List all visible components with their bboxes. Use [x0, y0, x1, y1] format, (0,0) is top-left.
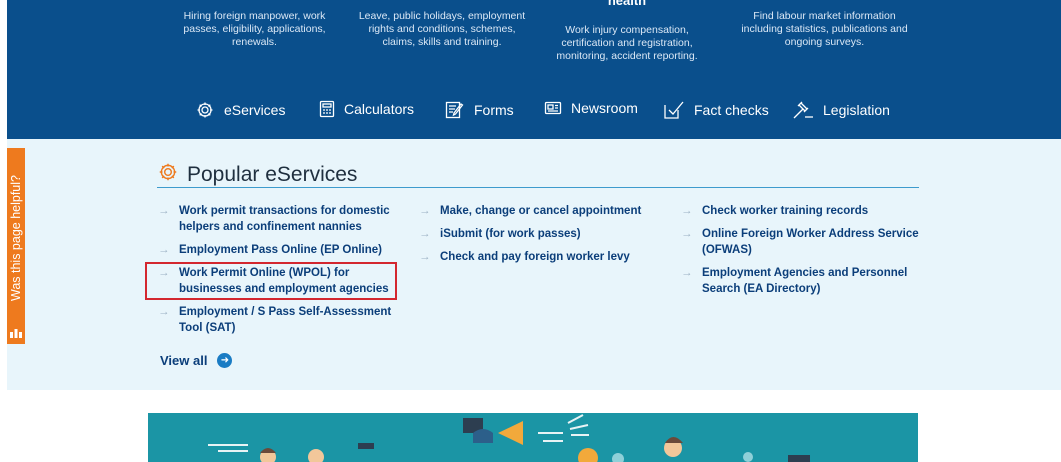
desc-line: certification and registration, — [561, 37, 693, 49]
service-list-col-2: → Make, change or cancel appointment → iSu… — [419, 203, 659, 272]
form-pen-icon — [445, 100, 465, 120]
arrow-circle-icon: ➜ — [217, 353, 233, 368]
tab-eservices[interactable]: eServices — [195, 100, 285, 120]
arrow-right-icon: → — [158, 244, 170, 256]
category-work-passes-desc[interactable]: Hiring foreign manpower, work passes, el… — [177, 10, 332, 49]
tab-label: Forms — [474, 102, 514, 118]
view-all-link[interactable]: View all ➜ — [160, 353, 233, 368]
tab-label: Fact checks — [694, 102, 769, 118]
desc-line: claims, skills and training. — [382, 36, 502, 48]
link-text: Online Foreign Worker Address Service (O… — [702, 228, 919, 256]
link-text: Work permit transactions for domestic he… — [179, 205, 390, 233]
divider — [157, 187, 919, 188]
link-text: Check worker training records — [702, 205, 869, 217]
list-item[interactable]: → Employment Pass Online (EP Online) — [158, 242, 398, 258]
list-item[interactable]: → Check worker training records — [681, 203, 921, 219]
link-text: Employment Agencies and Personnel Search… — [702, 267, 908, 295]
gavel-icon — [792, 100, 814, 120]
list-item[interactable]: → iSubmit (for work passes) — [419, 226, 659, 242]
list-item[interactable]: → Check and pay foreign worker levy — [419, 249, 659, 265]
arrow-right-icon: → — [681, 267, 693, 279]
tab-calculators[interactable]: Calculators — [319, 100, 414, 118]
gear-icon — [195, 100, 215, 120]
desc-line: Hiring foreign manpower, work — [183, 10, 326, 22]
banner-illustration — [148, 413, 918, 462]
link-text: iSubmit (for work passes) — [440, 228, 581, 240]
list-item[interactable]: → Work permit transactions for domestic h… — [158, 203, 398, 235]
link-text: Check and pay foreign worker levy — [440, 251, 630, 263]
gear-icon — [157, 161, 179, 188]
link-text: Employment Pass Online (EP Online) — [179, 244, 383, 256]
view-all-label: View all — [160, 353, 208, 368]
list-item[interactable]: → Employment Agencies and Personnel Searc… — [681, 265, 921, 297]
tab-label: Newsroom — [571, 100, 638, 116]
tab-label: Calculators — [344, 101, 415, 117]
feedback-tab[interactable]: Was this page helpful? — [7, 148, 25, 344]
tab-label: Legislation — [823, 102, 890, 118]
desc-line: renewals. — [232, 36, 277, 48]
desc-line: ongoing surveys. — [784, 36, 865, 48]
category-safety-health-heading[interactable]: health — [552, 0, 702, 8]
desc-line: Leave, public holidays, employment — [358, 10, 526, 22]
link-text: Employment / S Pass Self-Assessment Tool… — [179, 306, 392, 334]
arrow-right-icon: → — [419, 251, 431, 263]
top-category-band: Hiring foreign manpower, work passes, el… — [7, 0, 1061, 139]
rating-icon — [10, 328, 22, 338]
people-illustration — [208, 414, 810, 462]
arrow-right-icon: → — [681, 228, 693, 240]
desc-line: rights and conditions, schemes, — [368, 23, 516, 35]
arrow-right-icon: → — [158, 306, 170, 318]
tab-label: eServices — [224, 102, 286, 118]
tab-legislation[interactable]: Legislation — [792, 100, 890, 120]
section-title: Popular eServices — [187, 162, 358, 186]
highlight-box — [145, 262, 397, 300]
feedback-label: Was this page helpful? — [9, 174, 23, 302]
desc-line: Work injury compensation, — [565, 24, 689, 36]
section-heading: Popular eServices — [157, 161, 357, 188]
tab-fact-checks[interactable]: Fact checks — [663, 100, 769, 120]
category-statistics-desc[interactable]: Find labour market information including… — [732, 10, 917, 49]
arrow-right-icon: → — [158, 205, 170, 217]
arrow-right-icon: → — [681, 205, 693, 217]
desc-line: including statistics, publications and — [741, 23, 908, 35]
calculator-icon — [319, 100, 335, 118]
checkbox-icon — [663, 100, 685, 120]
arrow-right-icon: → — [419, 228, 431, 240]
category-safety-health-desc[interactable]: Work injury compensation, certification … — [552, 24, 702, 63]
quick-links-nav: eServices Calculators Forms Newsroom Fac… — [7, 100, 1061, 126]
list-item[interactable]: → Make, change or cancel appointment — [419, 203, 659, 219]
arrow-right-icon: → — [419, 205, 431, 217]
list-item[interactable]: → Employment / S Pass Self-Assessment Too… — [158, 304, 398, 336]
list-item[interactable]: → Online Foreign Worker Address Service (… — [681, 226, 921, 258]
tab-newsroom[interactable]: Newsroom — [544, 100, 638, 116]
newspaper-icon — [544, 100, 562, 116]
desc-line: monitoring, accident reporting. — [556, 50, 698, 62]
category-employment-practices-desc[interactable]: Leave, public holidays, employment right… — [352, 10, 532, 49]
service-list-col-3: → Check worker training records → Online F… — [681, 203, 921, 304]
desc-line: passes, eligibility, applications, — [183, 23, 326, 35]
tab-forms[interactable]: Forms — [445, 100, 514, 120]
link-text: Make, change or cancel appointment — [440, 205, 642, 217]
desc-line: Find labour market information — [753, 10, 896, 22]
